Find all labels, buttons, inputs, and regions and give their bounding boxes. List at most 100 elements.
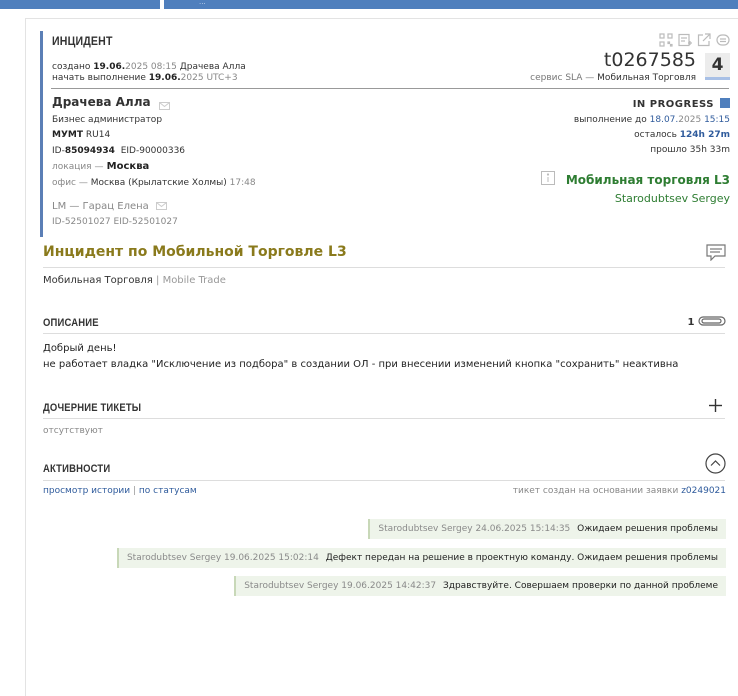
incident-panel: ИНЦИДЕНТ создано 19.06.2025 08:15 Драчев…	[25, 18, 738, 696]
description-line: Добрый день!	[43, 343, 117, 354]
sla-line: сервис SLA — Мобильная Торговля	[530, 73, 696, 83]
remaining-value: 124h 27m	[679, 130, 730, 140]
deadline-line: выполнение до 18.07.2025 15:15	[574, 115, 730, 125]
divider	[43, 333, 725, 334]
status-square	[720, 98, 730, 108]
remaining-prefix: осталось	[634, 130, 677, 140]
header-toolbar	[659, 32, 730, 47]
start-date: 19.06.	[148, 73, 181, 83]
start-tz: UTC+3	[206, 73, 238, 83]
status-link[interactable]: по статусам	[139, 486, 197, 496]
office-time: 17:48	[229, 178, 256, 188]
paperclip-icon[interactable]	[698, 316, 726, 328]
top-tab-bar: ...	[0, 0, 738, 9]
office-prefix: офис —	[52, 178, 88, 188]
mail-icon[interactable]	[155, 202, 167, 210]
requester-name-text: Драчева Алла	[52, 95, 151, 109]
location-value: Москва	[106, 161, 150, 172]
incident-label: ИНЦИДЕНТ	[52, 34, 113, 48]
attachments-count: 1	[687, 317, 695, 328]
description-line: не работает владка "Исключение из подбор…	[43, 359, 679, 370]
activity-author: Starodubtsev Sergey 19.06.2025 14:42:37	[244, 581, 437, 591]
history-link[interactable]: просмотр истории	[43, 486, 130, 496]
tab-1[interactable]	[0, 0, 160, 9]
info-icon[interactable]	[540, 170, 555, 185]
requester-office: офис — Москва (Крылатские Холмы) 17:48	[52, 178, 256, 188]
plus-icon[interactable]	[709, 397, 722, 412]
sla-service: Мобильная Торговля	[597, 73, 696, 83]
activity-entry: Starodubtsev Sergey 19.06.2025 14:42:37 …	[234, 576, 726, 596]
mail-icon[interactable]	[158, 99, 170, 110]
ticket-id: t0267585	[603, 49, 696, 71]
location-prefix: локация —	[52, 162, 104, 172]
activity-entry: Starodubtsev Sergey 24.06.2025 15:14:35 …	[368, 519, 726, 539]
start-line: начать выполнение 19.06.2025 UTC+3	[52, 73, 238, 83]
divider	[43, 480, 725, 481]
description-title: ОПИСАНИЕ	[43, 317, 99, 329]
assignee[interactable]: Starodubtsev Sergey	[615, 192, 730, 205]
tab-2[interactable]: ...	[164, 0, 738, 9]
elapsed-prefix: прошло	[650, 145, 687, 155]
qr-icon[interactable]	[659, 32, 673, 47]
created-date: 19.06.	[93, 62, 126, 72]
requester-ids: ID-85094934 EID-90000336	[52, 146, 185, 156]
header-divider	[51, 88, 729, 89]
activity-author: Starodubtsev Sergey 24.06.2025 15:14:35	[378, 524, 571, 534]
org-bold: МУМТ	[52, 130, 83, 140]
start-year: 2025	[180, 73, 204, 83]
children-empty: отсутствуют	[43, 426, 103, 436]
chevron-up-circle-icon[interactable]	[705, 453, 726, 474]
ticket-title: Инцидент по Мобильной Торговле L3	[43, 244, 347, 260]
remaining-line: осталось 124h 27m	[634, 130, 730, 140]
activity-links: просмотр истории | по статусам	[43, 486, 197, 496]
eid-value: 90000336	[139, 146, 186, 156]
start-prefix: начать выполнение	[52, 73, 146, 83]
deadline-year: 2025	[678, 115, 702, 125]
elapsed-line: прошло 35h 33m	[650, 145, 730, 155]
deadline-date: 18.07.	[649, 115, 679, 125]
activity-text: Ожидаем решения проблемы	[577, 524, 718, 534]
created-prefix: создано	[52, 62, 91, 72]
divider	[43, 267, 725, 268]
basis-link[interactable]: z0249021	[681, 486, 726, 496]
deadline-time: 15:15	[704, 115, 730, 125]
attachments[interactable]: 1	[688, 316, 726, 328]
incident-header: ИНЦИДЕНТ создано 19.06.2025 08:15 Драчев…	[40, 31, 730, 237]
service-en: Mobile Trade	[162, 275, 226, 286]
activity-author: Starodubtsev Sergey 19.06.2025 15:02:14	[126, 553, 319, 563]
id-value: 85094934	[64, 146, 115, 156]
deadline-prefix: выполнение до	[573, 115, 647, 125]
service-sep: |	[156, 275, 160, 286]
children-title: ДОЧЕРНИЕ ТИКЕТЫ	[43, 402, 142, 414]
created-year: 2025	[125, 62, 149, 72]
created-line: создано 19.06.2025 08:15 Драчева Алла	[52, 62, 246, 72]
external-link-icon[interactable]	[697, 32, 711, 47]
comment-icon[interactable]	[706, 244, 726, 262]
status-badge: IN PROGRESS	[633, 98, 730, 110]
activity-text: Здравствуйте. Совершаем проверки по данн…	[442, 581, 718, 591]
requester-location: локация — Москва	[52, 161, 149, 172]
assignment-group[interactable]: Мобильная торговля L3	[566, 173, 730, 187]
office-value: Москва (Крылатские Холмы)	[90, 178, 227, 188]
activity-entry: Starodubtsev Sergey 19.06.2025 15:02:14 …	[116, 548, 726, 568]
note-add-icon[interactable]	[678, 32, 692, 47]
org-code: RU14	[85, 130, 111, 140]
link-separator: |	[133, 486, 137, 496]
service-ru: Мобильная Торговля	[43, 275, 153, 286]
requester-org: МУМТ RU14	[52, 130, 110, 140]
line-manager: LM — Гарац Елена	[52, 201, 167, 212]
sla-prefix: сервис SLA —	[530, 73, 595, 83]
basis-prefix: тикет создан на основании заявки	[512, 486, 679, 496]
priority-badge: 4	[705, 53, 730, 80]
requester-role: Бизнес администратор	[52, 115, 163, 125]
assignment-group-row: Мобильная торговля L3	[540, 169, 730, 188]
created-time: 08:15	[150, 62, 177, 72]
requester-name: Драчева Алла	[52, 95, 170, 110]
activity-title: АКТИВНОСТИ	[43, 463, 111, 475]
tab-2-label: ...	[199, 0, 206, 6]
chat-icon[interactable]	[716, 32, 730, 46]
divider	[43, 418, 725, 419]
id-prefix: ID-	[52, 146, 65, 156]
line-manager-ids: ID-52501027 EID-52501027	[52, 217, 178, 227]
description-body: Добрый день! не работает владка "Исключе…	[43, 341, 678, 373]
